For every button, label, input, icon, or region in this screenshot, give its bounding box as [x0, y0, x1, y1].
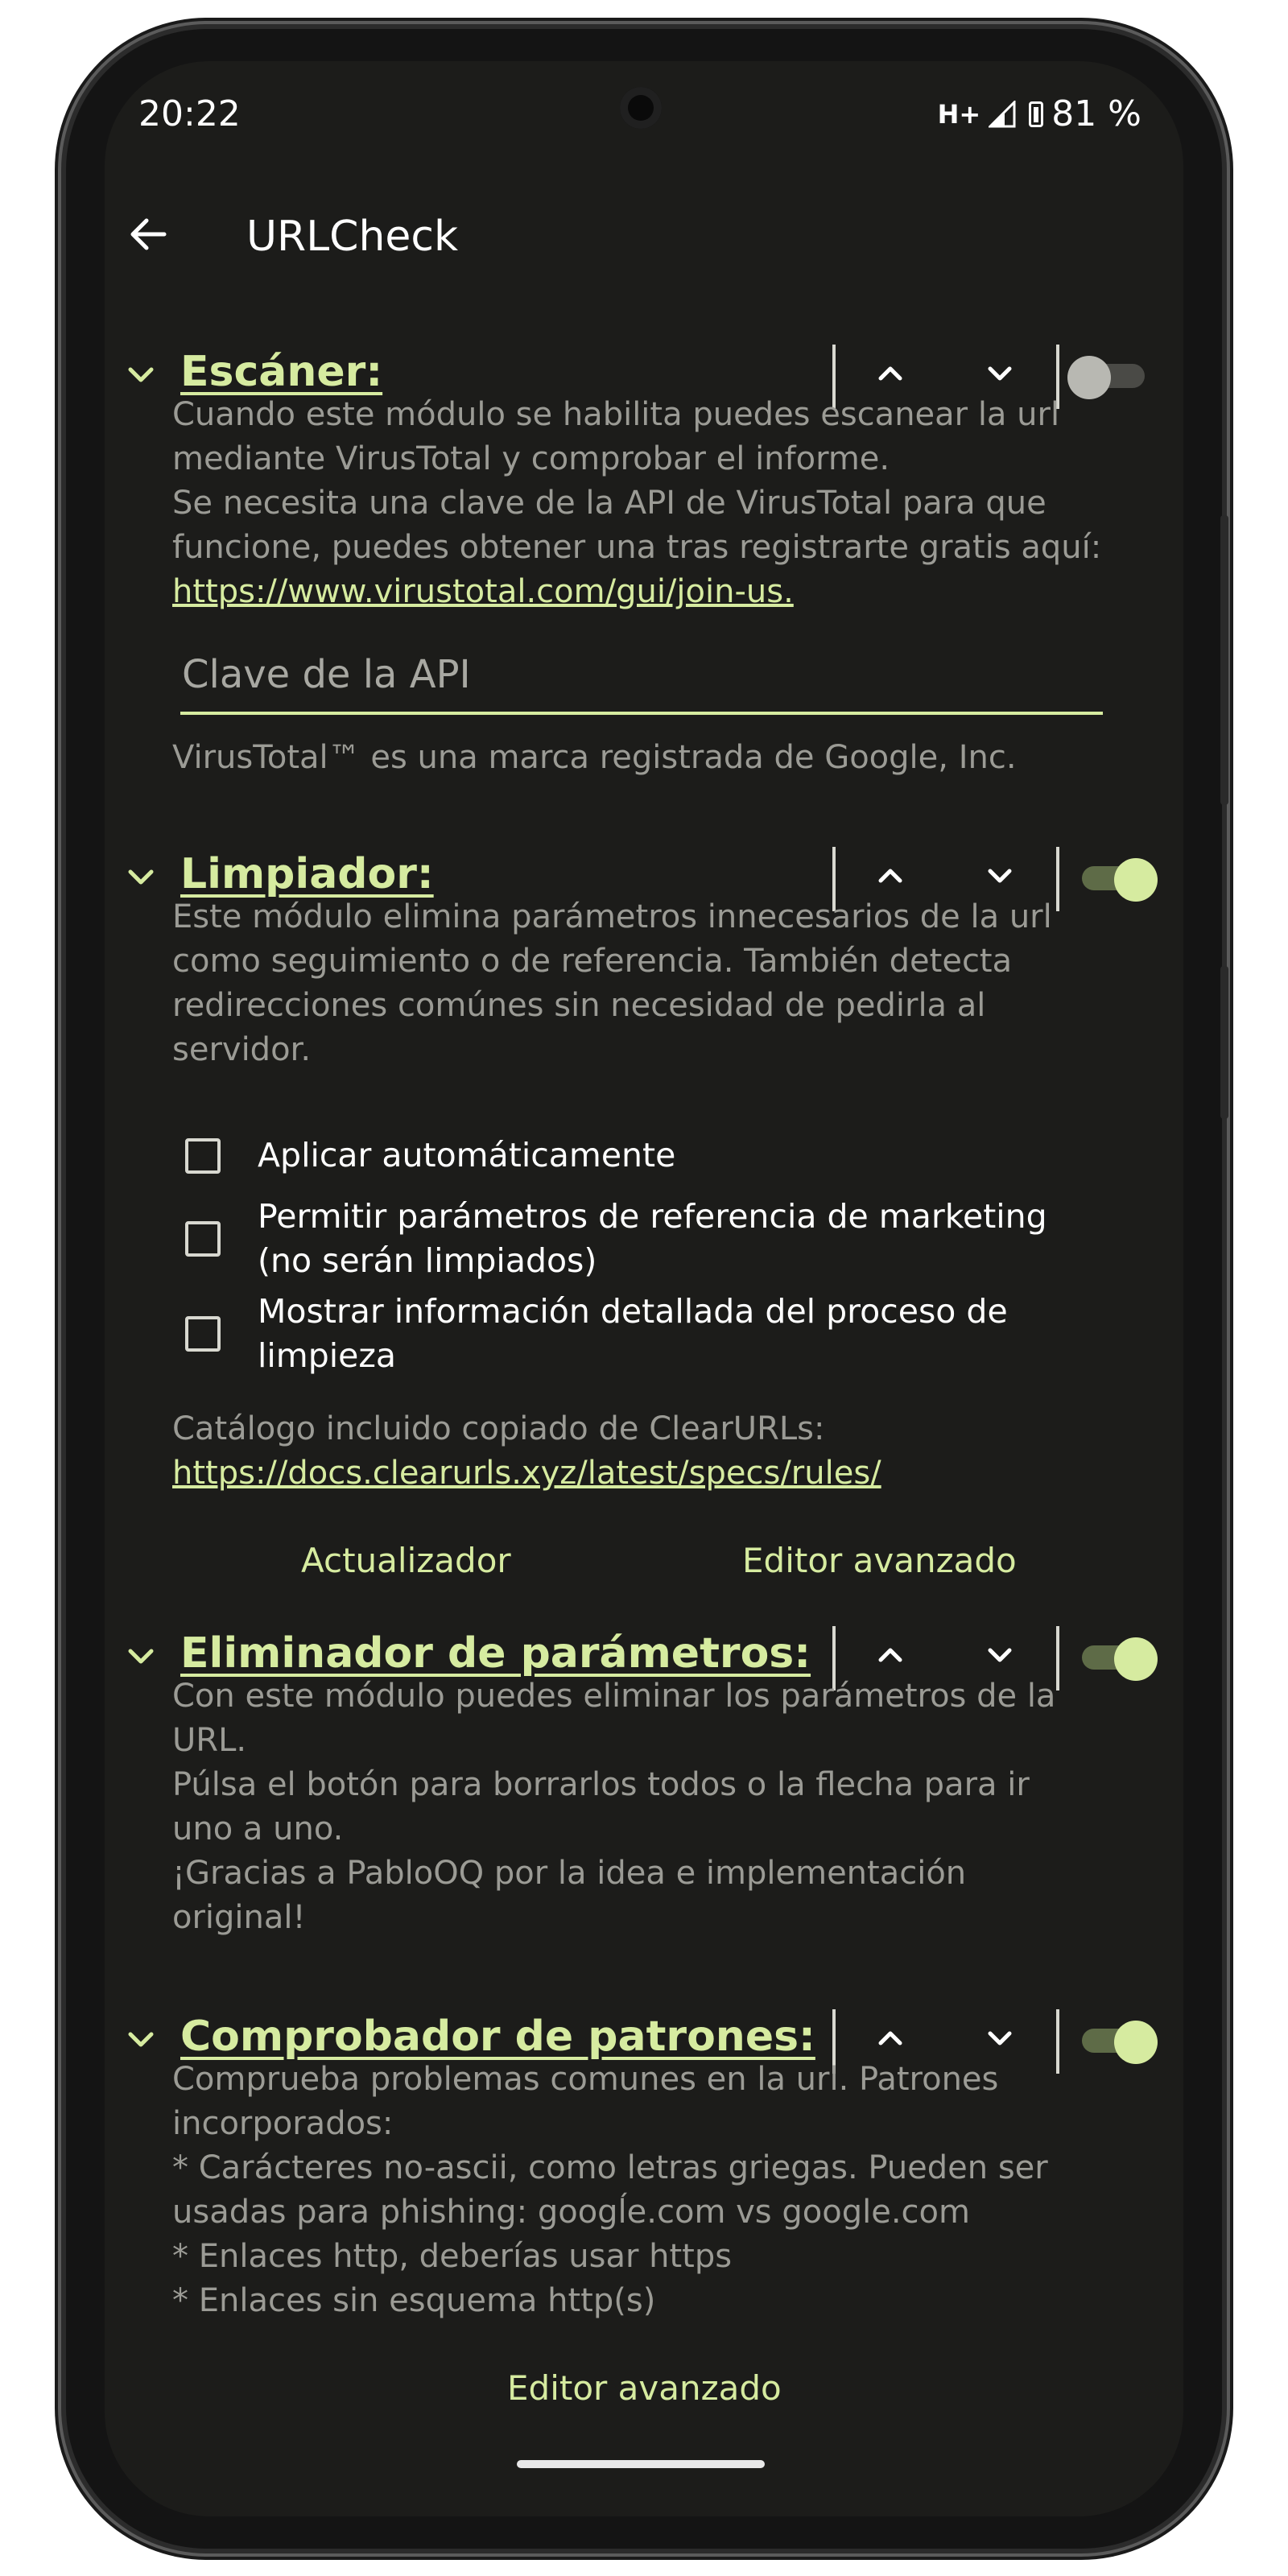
move-up-icon[interactable]	[871, 354, 910, 393]
option-verbose[interactable]: Mostrar información detallada del proces…	[185, 1290, 1111, 1378]
power-button	[1220, 966, 1228, 1119]
scanner-trademark: VirusTotal™ es una marca registrada de G…	[172, 739, 1017, 776]
status-time: 20:22	[138, 93, 241, 134]
option-auto-apply[interactable]: Aplicar automáticamente	[185, 1133, 1111, 1178]
volume-button	[1220, 515, 1228, 805]
api-key-field[interactable]	[180, 638, 1104, 715]
move-up-icon[interactable]	[871, 857, 910, 895]
battery-level: 81 %	[1051, 93, 1141, 134]
module-title-scanner[interactable]: Escáner:	[180, 348, 382, 396]
param-remover-toggle[interactable]	[1082, 1637, 1159, 1681]
option-allow-referral[interactable]: Permitir parámetros de referencia de mar…	[185, 1195, 1111, 1283]
battery-icon	[1029, 101, 1044, 127]
clearurls-link[interactable]: https://docs.clearurls.xyz/latest/specs/…	[172, 1455, 881, 1492]
desc-line: mediante VirusTotal y comprobar el infor…	[172, 440, 890, 477]
move-up-icon[interactable]	[871, 2019, 910, 2058]
screen: 20:22 H+ 81 % URLCheck Escáner: Cuando e…	[105, 61, 1183, 2516]
catalog-info: Catálogo incluido copiado de ClearURLs: …	[172, 1407, 1138, 1496]
virustotal-link[interactable]: https://www.virustotal.com/gui/join-us.	[172, 573, 794, 610]
app-bar: URLCheck	[105, 182, 1183, 287]
chevron-down-icon[interactable]	[122, 356, 159, 393]
scanner-toggle[interactable]	[1067, 356, 1145, 399]
advanced-editor-button[interactable]: Editor avanzado	[742, 1541, 1017, 1580]
desc-line: * Enlaces sin esquema http(s)	[172, 2282, 656, 2319]
desc-line: Con este módulo puedes eliminar los pará…	[172, 1678, 1056, 1715]
cleaner-toggle[interactable]	[1082, 858, 1159, 902]
status-icons: H+ 81 %	[938, 93, 1141, 134]
app-title: URLCheck	[246, 213, 459, 261]
desc-line: * Enlaces http, deberías usar https	[172, 2238, 733, 2275]
desc-line: Comprueba problemas comunes en la url. P…	[172, 2061, 999, 2098]
chevron-down-icon[interactable]	[122, 2021, 159, 2058]
cleaner-description: Este módulo elimina parámetros innecesar…	[172, 895, 1138, 1072]
chevron-down-icon[interactable]	[122, 858, 159, 895]
option-label: Aplicar automáticamente	[258, 1136, 676, 1174]
checkbox[interactable]	[185, 1316, 221, 1352]
desc-line: * Carácteres no-ascii, como letras grieg…	[172, 2149, 1048, 2186]
desc-line: URL.	[172, 1722, 247, 1759]
checkbox[interactable]	[185, 1137, 221, 1174]
catalog-text: Catálogo incluido copiado de ClearURLs:	[172, 1410, 825, 1447]
checkbox[interactable]	[185, 1221, 221, 1257]
desc-line: Púlsa el botón para borrarlos todos o la…	[172, 1766, 1030, 1803]
desc-line: funcione, puedes obtener una tras regist…	[172, 529, 1102, 566]
scanner-description: Cuando este módulo se habilita puedes es…	[172, 393, 1138, 614]
pattern-advanced-editor-button[interactable]: Editor avanzado	[507, 2368, 782, 2408]
desc-line: ¡Gracias a PabloOQ por la idea e impleme…	[172, 1855, 967, 1892]
move-down-icon[interactable]	[980, 2019, 1019, 2058]
desc-line: uno a uno.	[172, 1810, 344, 1847]
arrow-left-icon[interactable]	[122, 208, 175, 261]
desc-line: Cuando este módulo se habilita puedes es…	[172, 396, 1060, 433]
move-down-icon[interactable]	[980, 354, 1019, 393]
desc-line: incorporados:	[172, 2105, 394, 2142]
pattern-checker-toggle[interactable]	[1082, 2021, 1159, 2064]
desc-line: como seguimiento o de referencia. Tambié…	[172, 943, 1013, 980]
module-title-pattern-checker[interactable]: Comprobador de patrones:	[180, 2013, 815, 2061]
home-indicator[interactable]	[517, 2460, 765, 2468]
desc-line: redirecciones comúnes sin necesidad de p…	[172, 987, 986, 1024]
desc-line: usadas para phishing: googĺe.com vs goog…	[172, 2194, 970, 2231]
module-title-cleaner[interactable]: Limpiador:	[180, 850, 434, 898]
desc-line: Se necesita una clave de la API de Virus…	[172, 485, 1046, 522]
option-label: Permitir parámetros de referencia de mar…	[258, 1197, 1047, 1280]
chevron-down-icon[interactable]	[122, 1637, 159, 1674]
api-key-input[interactable]	[180, 638, 1104, 712]
param-remover-description: Con este módulo puedes eliminar los pará…	[172, 1674, 1138, 1940]
front-camera	[620, 87, 662, 129]
pattern-checker-description: Comprueba problemas comunes en la url. P…	[172, 2058, 1138, 2323]
move-up-icon[interactable]	[871, 1636, 910, 1674]
move-down-icon[interactable]	[980, 1636, 1019, 1674]
module-title-param-remover[interactable]: Eliminador de parámetros:	[180, 1629, 811, 1678]
desc-line: Este módulo elimina parámetros innecesar…	[172, 898, 1052, 935]
option-label: Mostrar información detallada del proces…	[258, 1292, 1008, 1375]
updater-button[interactable]: Actualizador	[301, 1541, 511, 1580]
move-down-icon[interactable]	[980, 857, 1019, 895]
signal-icon	[989, 100, 1016, 127]
network-type: H+	[937, 98, 981, 130]
desc-line: servidor.	[172, 1031, 312, 1068]
desc-line: original!	[172, 1899, 306, 1936]
